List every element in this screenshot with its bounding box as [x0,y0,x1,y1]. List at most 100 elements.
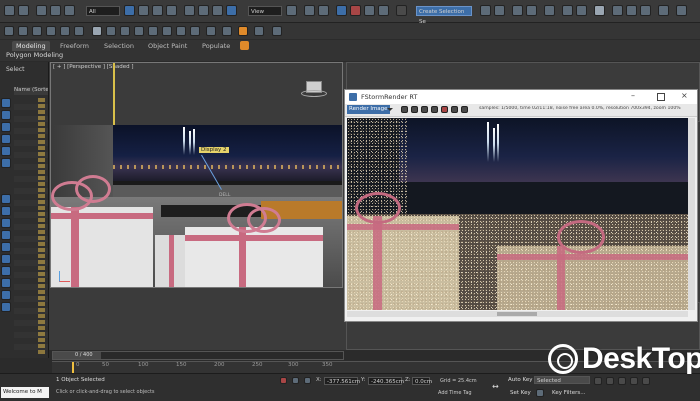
reference-coordinate-dropdown[interactable]: View [248,6,282,16]
rotate-icon[interactable] [198,5,209,16]
minimize-icon[interactable]: – [631,91,635,100]
fb-clone-icon[interactable] [411,106,418,113]
selection-filter-dropdown[interactable]: All [86,6,120,16]
time-cursor[interactable] [72,362,74,373]
filter-groups-icon[interactable] [1,194,11,204]
create-layer-icon[interactable] [18,26,28,36]
link-icon[interactable] [36,5,47,16]
fb-save-icon[interactable] [421,106,428,113]
toggle-ribbon-icon[interactable] [544,5,555,16]
filter-helpers-icon[interactable] [1,146,11,156]
layer-render-icon[interactable] [106,26,116,36]
tab-populate[interactable]: Populate [198,41,234,51]
viewcube-icon[interactable] [301,81,327,97]
tab-selection[interactable]: Selection [100,41,138,51]
filter-xrefs-icon[interactable] [1,206,11,216]
render-iterative-icon[interactable] [658,5,669,16]
populate-icon[interactable] [238,26,248,36]
angle-snap-icon[interactable] [350,5,361,16]
bind-spacewarp-icon[interactable] [64,5,75,16]
fb-horizontal-scrollbar[interactable] [347,311,688,317]
fb-copy-icon[interactable] [401,106,408,113]
curve-editor-icon[interactable] [562,5,573,16]
spinner-snap-icon[interactable] [378,5,389,16]
schematic-view-icon[interactable] [576,5,587,16]
layer-manager-icon[interactable] [206,26,216,36]
layer-color-icon[interactable] [120,26,130,36]
filter-find-icon[interactable] [1,302,11,312]
toggle-scene-explorer-icon[interactable] [512,5,523,16]
select-in-layer-icon[interactable] [46,26,56,36]
track-bar[interactable]: 0 50 100 150 200 250 300 350 [52,361,344,373]
scene-explorer-select-menu[interactable]: Select [6,66,25,73]
freeze-icon[interactable] [74,26,84,36]
fb-vertical-scrollbar[interactable] [688,118,695,310]
perspective-viewport[interactable]: [ + ] [Perspective ] [Shaded ] Display 2… [50,62,343,288]
isolate-selection-icon[interactable] [280,377,287,384]
key-mode-icon[interactable]: ↔ [492,382,499,391]
frame-buffer-titlebar[interactable]: FStormRender RT – × [345,90,697,104]
filter-shapes-icon[interactable] [1,110,11,120]
layer-icon[interactable] [4,26,14,36]
filter-bones-icon[interactable] [1,218,11,228]
named-selection-sets-dropdown[interactable]: Create Selection Se [416,6,472,25]
rendered-frame-window-icon[interactable] [626,5,637,16]
add-time-tag[interactable]: Add Time Tag [438,390,472,396]
scale-icon[interactable] [212,5,223,16]
grid-icon[interactable] [272,26,282,36]
activeshade-icon[interactable] [676,5,687,16]
tab-object-paint[interactable]: Object Paint [144,41,191,51]
fb-pause-icon[interactable] [451,106,458,113]
toggle-layer-explorer-icon[interactable] [526,5,537,16]
filter-invert-icon[interactable] [1,290,11,300]
render-production-icon[interactable] [640,5,651,16]
filter-frozen-icon[interactable] [1,242,11,252]
set-keys-icon[interactable] [536,389,544,397]
ribbon-panel-label[interactable]: Polygon Modeling [6,51,63,59]
tab-freeform[interactable]: Freeform [56,41,93,51]
fb-settings-icon[interactable] [461,106,468,113]
select-manipulate-icon[interactable] [304,5,315,16]
keyboard-shortcut-icon[interactable] [318,5,329,16]
rectangular-region-icon[interactable] [152,5,163,16]
filter-all-icon[interactable] [1,266,11,276]
align-icon[interactable] [494,5,505,16]
percent-snap-icon[interactable] [364,5,375,16]
selection-lock-icon[interactable] [292,377,299,384]
filter-cameras-icon[interactable] [1,134,11,144]
auto-key-button[interactable]: Auto Key [508,377,533,383]
select-object-icon[interactable] [124,5,135,16]
layer-visibility-icon[interactable] [92,26,102,36]
render-channel-dropdown[interactable]: Render Image [347,105,390,114]
select-by-name-icon[interactable] [138,5,149,16]
ribbon-options-icon[interactable] [240,41,249,50]
absolute-mode-icon[interactable] [304,377,311,384]
snaps-toggle-icon[interactable] [336,5,347,16]
filter-spacewarps-icon[interactable] [1,158,11,168]
key-filters-button[interactable]: Key Filters... [552,390,585,396]
z-coordinate-field[interactable]: 0.0cm [412,377,432,385]
move-icon[interactable] [184,5,195,16]
maxscript-listener[interactable]: Welcome to M [1,387,49,398]
material-editor-icon[interactable] [594,5,605,16]
layer-radiosity-icon[interactable] [134,26,144,36]
layer-box-icon[interactable] [148,26,158,36]
filter-containers-icon[interactable] [1,230,11,240]
time-slider[interactable]: 0 / 400 [52,351,344,360]
unlink-icon[interactable] [50,5,61,16]
expand-icon[interactable] [254,26,264,36]
x-coordinate-field[interactable]: -377.561cm [324,377,360,385]
add-to-layer-icon[interactable] [32,26,42,36]
layer-properties-icon[interactable] [60,26,70,36]
pivot-center-icon[interactable] [286,5,297,16]
scene-explorer-column-header[interactable]: Name (Sorte [14,87,48,95]
fb-stop-icon[interactable] [441,106,448,113]
edit-named-sets-icon[interactable] [396,5,407,16]
y-coordinate-field[interactable]: -240.365cm [368,377,404,385]
window-crossing-icon[interactable] [166,5,177,16]
close-icon[interactable]: × [681,91,688,100]
filter-none-icon[interactable] [1,278,11,288]
rendered-image[interactable] [347,118,688,310]
undo-icon[interactable] [4,5,15,16]
tab-modeling[interactable]: Modeling [12,41,50,51]
